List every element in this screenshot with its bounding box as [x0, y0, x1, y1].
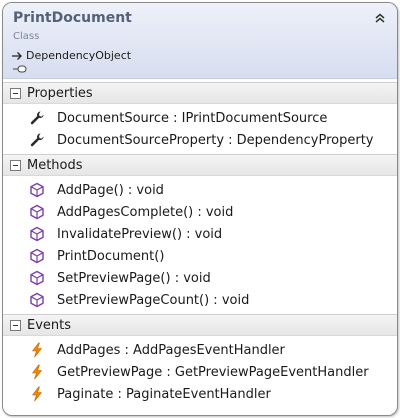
member-label: Paginate : PaginateEventHandler [57, 386, 271, 402]
wrench-icon [30, 111, 44, 125]
double-chevron-up-icon[interactable] [373, 11, 387, 25]
member-label: DocumentSource : IPrintDocumentSource [57, 110, 328, 126]
base-class-name: DependencyObject [26, 49, 132, 62]
collapse-toggle-icon[interactable] [10, 87, 21, 99]
member-label: PrintDocument() [57, 248, 165, 264]
wrench-icon [30, 133, 44, 147]
method-item[interactable]: SetPreviewPageCount() : void [29, 290, 249, 310]
method-item[interactable]: SetPreviewPage() : void [29, 268, 211, 288]
property-item[interactable]: DocumentSourceProperty : DependencyPrope… [29, 130, 374, 150]
events-title: Events [27, 317, 72, 333]
lightning-icon [32, 364, 42, 380]
properties-title: Properties [27, 85, 93, 101]
class-header[interactable]: PrintDocument Class DependencyObject [3, 3, 397, 79]
class-shape[interactable]: PrintDocument Class DependencyObject Pro… [2, 2, 398, 416]
member-label: DocumentSourceProperty : DependencyPrope… [57, 132, 374, 148]
methods-title: Methods [27, 157, 83, 173]
events-compartment-header[interactable]: Events [3, 314, 397, 336]
interface-lollipop-icon [13, 65, 27, 73]
method-cube-icon [30, 292, 44, 308]
method-item[interactable]: AddPagesComplete() : void [29, 202, 233, 222]
methods-compartment-header[interactable]: Methods [3, 154, 397, 176]
member-label: GetPreviewPage : GetPreviewPageEventHand… [57, 364, 369, 380]
lightning-icon [32, 386, 42, 402]
properties-compartment-header[interactable]: Properties [3, 82, 397, 104]
event-item[interactable]: AddPages : AddPagesEventHandler [29, 340, 285, 360]
inheritance-arrow-icon [12, 51, 22, 60]
collapse-toggle-icon[interactable] [10, 319, 21, 331]
event-item[interactable]: Paginate : PaginateEventHandler [29, 384, 271, 404]
collapse-toggle-icon[interactable] [10, 159, 21, 171]
member-label: AddPages : AddPagesEventHandler [57, 342, 285, 358]
class-stereotype: Class [13, 31, 40, 42]
base-class: DependencyObject [11, 49, 131, 62]
method-cube-icon [30, 226, 44, 242]
method-cube-icon [30, 248, 44, 264]
method-item[interactable]: PrintDocument() [29, 246, 164, 266]
method-cube-icon [30, 270, 44, 286]
method-item[interactable]: AddPage() : void [29, 180, 164, 200]
member-label: SetPreviewPage() : void [57, 270, 211, 286]
class-name: PrintDocument [13, 10, 132, 26]
member-label: InvalidatePreview() : void [57, 226, 223, 242]
member-label: AddPagesComplete() : void [57, 204, 234, 220]
member-label: AddPage() : void [57, 182, 164, 198]
method-item[interactable]: InvalidatePreview() : void [29, 224, 222, 244]
property-item[interactable]: DocumentSource : IPrintDocumentSource [29, 108, 327, 128]
member-label: SetPreviewPageCount() : void [57, 292, 250, 308]
method-cube-icon [30, 204, 44, 220]
lightning-icon [32, 342, 42, 358]
event-item[interactable]: GetPreviewPage : GetPreviewPageEventHand… [29, 362, 369, 382]
method-cube-icon [30, 182, 44, 198]
